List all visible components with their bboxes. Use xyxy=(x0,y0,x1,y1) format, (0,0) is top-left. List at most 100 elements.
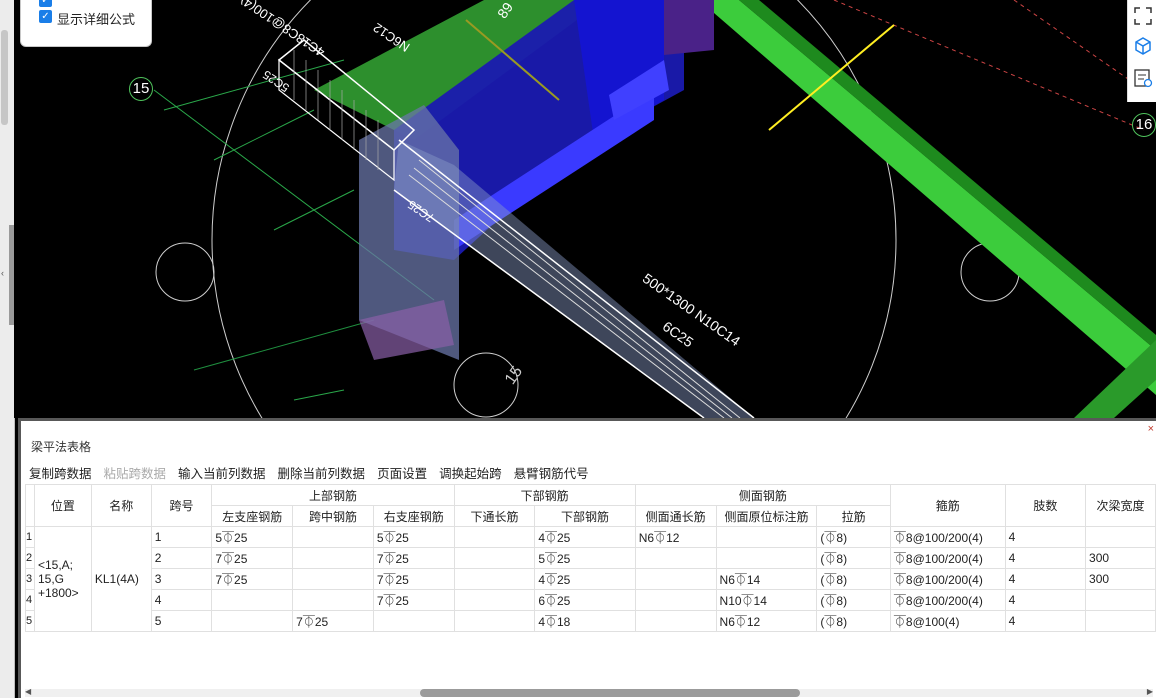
bottom-through-cell[interactable] xyxy=(453,568,536,590)
table-row[interactable]: 5 5 7⏁25 4⏁18 N6⏁12 (⏁8) ⏁8@100(4) 4 xyxy=(25,610,1156,632)
left-scrollbar-thumb[interactable] xyxy=(1,30,8,125)
collapse-arrow-icon[interactable]: ‹ xyxy=(1,268,4,278)
scroll-right-icon[interactable]: ▶ xyxy=(1147,687,1153,696)
top-mid-cell[interactable] xyxy=(292,589,374,611)
side-local-cell[interactable] xyxy=(715,547,818,569)
show-formula-checkbox[interactable]: ✓ xyxy=(39,10,52,23)
cantilever-code-button[interactable]: 悬臂钢筋代号 xyxy=(514,467,589,481)
side-through-cell[interactable] xyxy=(634,568,717,590)
bottom-cell[interactable]: 4⏁18 xyxy=(534,610,636,632)
name-cell[interactable]: KL1(4A) xyxy=(90,526,152,632)
header-side-local: 侧面原位标注筋 xyxy=(715,505,818,527)
table-row[interactable]: 1 <15,A; 15,G +1800> KL1(4A) 1 5⏁25 5⏁25… xyxy=(25,526,1156,632)
row-number-header xyxy=(25,484,35,527)
bottom-through-cell[interactable] xyxy=(453,589,536,611)
top-mid-cell[interactable]: 7⏁25 xyxy=(292,610,374,632)
side-local-cell[interactable]: N6⏁12 xyxy=(715,610,818,632)
side-through-cell[interactable] xyxy=(634,610,717,632)
legs-cell[interactable]: 4 xyxy=(1004,610,1087,632)
top-mid-cell[interactable] xyxy=(292,568,374,590)
stirrup-cell[interactable]: ⏁8@100/200(4) xyxy=(889,526,1006,548)
side-local-cell[interactable] xyxy=(715,526,818,548)
side-through-cell[interactable] xyxy=(634,589,717,611)
header-legs: 肢数 xyxy=(1004,484,1087,527)
table-row[interactable]: 2 2 7⏁25 7⏁25 5⏁25 (⏁8) ⏁8@100/200(4) 4 … xyxy=(25,547,1156,569)
right-toolbar xyxy=(1127,0,1156,102)
row-number: 1 xyxy=(25,526,35,548)
tie-cell[interactable]: (⏁8) xyxy=(816,547,891,569)
close-icon[interactable]: × xyxy=(1148,423,1154,435)
side-local-cell[interactable]: N6⏁14 xyxy=(715,568,818,590)
stirrup-cell[interactable]: ⏁8@100/200(4) xyxy=(889,589,1006,611)
copy-span-button[interactable]: 复制跨数据 xyxy=(29,467,92,481)
sec-width-cell[interactable]: 300 xyxy=(1085,547,1156,569)
stirrup-cell[interactable]: ⏁8@100(4) xyxy=(889,610,1006,632)
position-cell[interactable]: <15,A; 15,G +1800> xyxy=(33,526,92,632)
input-column-button[interactable]: 输入当前列数据 xyxy=(178,467,266,481)
top-mid-cell[interactable] xyxy=(292,526,374,548)
scroll-left-icon[interactable]: ◀ xyxy=(25,687,31,696)
bottom-cell[interactable]: 6⏁25 xyxy=(534,589,636,611)
horizontal-scrollbar[interactable]: ◀ ▶ xyxy=(25,687,1153,697)
header-bottom-group: 下部钢筋 xyxy=(453,484,636,506)
legs-cell[interactable]: 4 xyxy=(1004,526,1087,548)
top-right-cell[interactable]: 7⏁25 xyxy=(372,568,455,590)
top-right-cell[interactable]: 5⏁25 xyxy=(372,526,455,548)
bottom-through-cell[interactable] xyxy=(453,547,536,569)
span-cell[interactable]: 5 xyxy=(150,610,213,632)
page-setup-button[interactable]: 页面设置 xyxy=(377,467,427,481)
tie-cell[interactable]: (⏁8) xyxy=(816,610,891,632)
scrollbar-thumb[interactable] xyxy=(420,689,800,697)
top-right-cell[interactable]: 7⏁25 xyxy=(372,547,455,569)
sec-width-cell[interactable]: 300 xyxy=(1085,568,1156,590)
legs-cell[interactable]: 4 xyxy=(1004,589,1087,611)
top-left-cell[interactable]: 7⏁25 xyxy=(211,547,294,569)
sec-width-cell[interactable] xyxy=(1085,526,1156,548)
table-row[interactable]: 4 4 7⏁25 6⏁25 N10⏁14 (⏁8) ⏁8@100/200(4) … xyxy=(25,589,1156,611)
top-right-cell[interactable] xyxy=(372,610,455,632)
beam-table-wrapper: 位置 名称 跨号 上部钢筋 下部钢筋 侧面钢筋 箍筋 肢数 次梁宽度 左支座钢筋… xyxy=(25,484,1156,684)
top-left-cell[interactable] xyxy=(211,589,294,611)
swap-start-span-button[interactable]: 调换起始跨 xyxy=(439,467,502,481)
top-left-cell[interactable]: 7⏁25 xyxy=(211,568,294,590)
delete-column-button[interactable]: 删除当前列数据 xyxy=(278,467,366,481)
checkbox-upper[interactable]: ✓ xyxy=(39,0,52,7)
tie-cell[interactable]: (⏁8) xyxy=(816,589,891,611)
table-row[interactable]: 3 3 7⏁25 7⏁25 4⏁25 N6⏁14 (⏁8) ⏁8@100/200… xyxy=(25,568,1156,590)
bottom-through-cell[interactable] xyxy=(453,610,536,632)
tie-cell[interactable]: (⏁8) xyxy=(816,526,891,548)
tie-cell[interactable]: (⏁8) xyxy=(816,568,891,590)
legs-cell[interactable]: 4 xyxy=(1004,568,1087,590)
paste-span-button[interactable]: 粘贴跨数据 xyxy=(104,467,167,481)
axis-circle-15 xyxy=(453,352,519,418)
top-right-cell[interactable]: 7⏁25 xyxy=(372,589,455,611)
sec-width-cell[interactable] xyxy=(1085,589,1156,611)
stirrup-cell[interactable]: ⏁8@100/200(4) xyxy=(889,547,1006,569)
bottom-cell[interactable]: 4⏁25 xyxy=(534,568,636,590)
side-through-cell[interactable]: N6⏁12 xyxy=(634,526,717,548)
report-icon[interactable] xyxy=(1133,68,1153,88)
3d-viewport[interactable]: 15 16 4C18C8@100(4) N6C12 5C25 7C25 500*… xyxy=(14,0,1156,418)
display-options-panel: ✓ ✓ 显示详细公式 xyxy=(20,0,152,47)
span-cell[interactable]: 2 xyxy=(150,547,213,569)
grid-line xyxy=(273,189,355,231)
span-cell[interactable]: 1 xyxy=(150,526,213,548)
sec-width-cell[interactable] xyxy=(1085,610,1156,632)
top-mid-cell[interactable] xyxy=(292,547,374,569)
side-local-cell[interactable]: N10⏁14 xyxy=(715,589,818,611)
top-left-cell[interactable] xyxy=(211,610,294,632)
panel-toolbar: 复制跨数据 粘贴跨数据 输入当前列数据 删除当前列数据 页面设置 调换起始跨 悬臂钢筋代号 xyxy=(29,463,601,482)
bottom-cell[interactable]: 4⏁25 xyxy=(534,526,636,548)
bottom-cell[interactable]: 5⏁25 xyxy=(534,547,636,569)
span-cell[interactable]: 3 xyxy=(150,568,213,590)
legs-cell[interactable]: 4 xyxy=(1004,547,1087,569)
header-top-right: 右支座钢筋 xyxy=(372,505,455,527)
side-through-cell[interactable] xyxy=(634,547,717,569)
3d-view-icon[interactable] xyxy=(1133,36,1153,56)
header-side-group: 侧面钢筋 xyxy=(634,484,891,506)
bottom-through-cell[interactable] xyxy=(453,526,536,548)
fullscreen-icon[interactable] xyxy=(1133,6,1153,26)
top-left-cell[interactable]: 5⏁25 xyxy=(211,526,294,548)
stirrup-cell[interactable]: ⏁8@100/200(4) xyxy=(889,568,1006,590)
span-cell[interactable]: 4 xyxy=(150,589,213,611)
